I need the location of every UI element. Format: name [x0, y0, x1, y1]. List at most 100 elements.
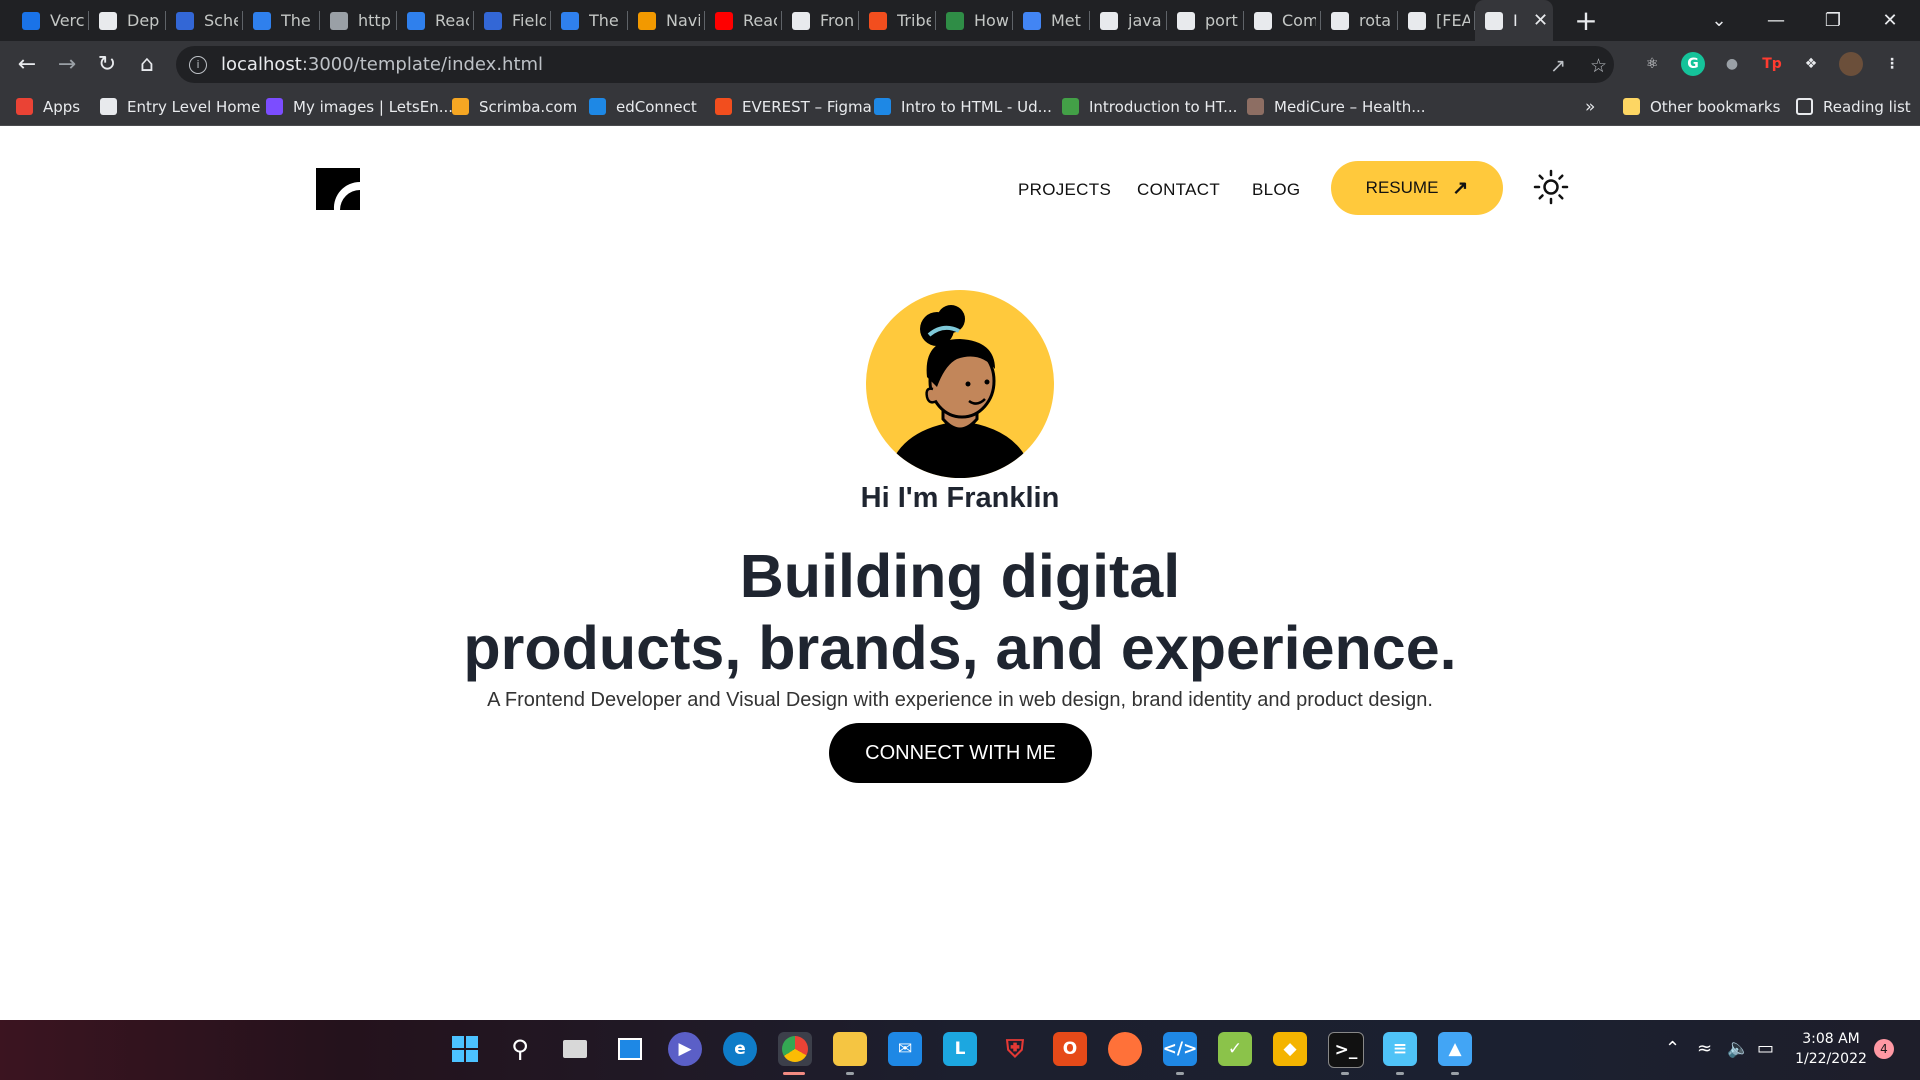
browser-tab[interactable]: I ✕: [1475, 0, 1553, 41]
start-button-icon[interactable]: [448, 1032, 482, 1066]
terminal-icon[interactable]: >_: [1328, 1032, 1364, 1068]
extension-icon[interactable]: ●: [1720, 52, 1744, 76]
bookmark-item[interactable]: Scrimba.com: [452, 88, 577, 125]
bookmark-favicon-icon: [16, 98, 33, 115]
menu-icon[interactable]: ⋮: [1880, 52, 1904, 76]
bookmark-item[interactable]: MediCure – Health...: [1247, 88, 1426, 125]
other-bookmarks[interactable]: Other bookmarks: [1623, 88, 1780, 125]
browser-tab[interactable]: Verc: [12, 0, 89, 41]
grammarly-icon[interactable]: G: [1681, 52, 1705, 76]
site-info-icon[interactable]: i: [189, 55, 207, 74]
browser-tab[interactable]: http: [320, 0, 397, 41]
profile-avatar-illustration: [866, 290, 1054, 478]
tab-close-icon[interactable]: ✕: [1533, 10, 1548, 31]
bookmark-item[interactable]: edConnect: [589, 88, 697, 125]
bookmark-item[interactable]: My images | LetsEn...: [266, 88, 453, 125]
address-bar[interactable]: i localhost:3000/template/index.html ↗ ☆: [176, 46, 1614, 83]
profile-avatar[interactable]: [1839, 52, 1863, 76]
new-tab-button[interactable]: +: [1571, 4, 1601, 37]
window-close-button[interactable]: ✕: [1862, 0, 1918, 41]
bookmarks-overflow-button[interactable]: »: [1585, 88, 1595, 125]
bookmark-favicon-icon: [715, 98, 732, 115]
widgets-icon[interactable]: [613, 1032, 647, 1066]
bookmark-item[interactable]: Introduction to HT...: [1062, 88, 1237, 125]
browser-tab[interactable]: Navi: [628, 0, 705, 41]
browser-tab[interactable]: Reac: [705, 0, 782, 41]
chrome-icon[interactable]: [778, 1032, 812, 1066]
hero-headline: Building digital products, brands, and e…: [0, 540, 1920, 684]
browser-tab[interactable]: Fron: [782, 0, 859, 41]
firefox-icon[interactable]: [1108, 1032, 1142, 1066]
browser-toolbar: ← → ↻ ⌂ i localhost:3000/template/index.…: [0, 41, 1920, 88]
theme-toggle-sun-icon[interactable]: [1533, 169, 1569, 205]
wifi-icon[interactable]: ≈: [1697, 1038, 1712, 1059]
photos-running-indicator: [1451, 1072, 1459, 1075]
git-kraken-icon[interactable]: ◆: [1273, 1032, 1307, 1066]
react-devtools-icon[interactable]: ⚛: [1640, 52, 1664, 76]
volume-icon[interactable]: 🔈: [1727, 1038, 1749, 1059]
share-icon[interactable]: ↗: [1550, 55, 1566, 77]
tab-label: rota: [1359, 11, 1392, 30]
bookmark-item[interactable]: Entry Level Home: [100, 88, 260, 125]
browser-tab[interactable]: Reac: [397, 0, 474, 41]
browser-tab[interactable]: The: [551, 0, 628, 41]
reading-list[interactable]: Reading list: [1796, 88, 1911, 125]
task-view-icon[interactable]: [558, 1032, 592, 1066]
tray-overflow-icon[interactable]: ⌃: [1665, 1038, 1680, 1059]
browser-tab[interactable]: port: [1167, 0, 1244, 41]
browser-tab[interactable]: Met: [1013, 0, 1090, 41]
resume-button[interactable]: RESUME ↗: [1331, 161, 1503, 215]
browser-tab[interactable]: Dep: [89, 0, 166, 41]
browser-tab[interactable]: Com: [1244, 0, 1321, 41]
chat-icon: [1023, 11, 1041, 30]
office-icon[interactable]: O: [1053, 1032, 1087, 1066]
home-button[interactable]: ⌂: [130, 47, 164, 81]
minimize-button[interactable]: —: [1748, 0, 1804, 41]
nav-projects-link[interactable]: PROJECTS: [1018, 180, 1111, 200]
browser-tab[interactable]: rota: [1321, 0, 1398, 41]
l-app-icon[interactable]: L: [943, 1032, 977, 1066]
tab-search-icon[interactable]: ⌄: [1691, 0, 1747, 41]
mcafee-icon[interactable]: ⛨: [998, 1032, 1032, 1066]
browser-tab[interactable]: Tribe: [859, 0, 936, 41]
bookmark-item[interactable]: EVEREST – Figma: [715, 88, 872, 125]
file-explorer-icon[interactable]: [833, 1032, 867, 1066]
teams-chat-icon[interactable]: ▶: [668, 1032, 702, 1066]
bookmark-label: edConnect: [616, 97, 697, 116]
bookmark-favicon-icon: [100, 98, 117, 115]
site-logo[interactable]: [316, 168, 360, 210]
notification-badge[interactable]: 4: [1874, 1039, 1894, 1059]
bookmark-star-icon[interactable]: ☆: [1590, 55, 1607, 77]
vscode-icon[interactable]: </>: [1163, 1032, 1197, 1066]
edge-icon[interactable]: e: [723, 1032, 757, 1066]
bookmark-item[interactable]: Intro to HTML - Ud...: [874, 88, 1052, 125]
battery-icon[interactable]: ▭: [1757, 1038, 1774, 1059]
tp-extension-icon[interactable]: Tp: [1760, 52, 1784, 76]
reload-button[interactable]: ↻: [90, 47, 124, 81]
restore-button[interactable]: ❐: [1805, 0, 1861, 41]
github-icon: [99, 11, 117, 30]
bookmark-item[interactable]: Apps: [16, 88, 80, 125]
browser-tab[interactable]: How: [936, 0, 1013, 41]
notes-app-icon[interactable]: ✓: [1218, 1032, 1252, 1066]
search-icon[interactable]: ⚲: [503, 1032, 537, 1066]
browser-tab[interactable]: [FEA: [1398, 0, 1475, 41]
system-clock[interactable]: 3:08 AM 1/22/2022: [1794, 1029, 1868, 1069]
notepad-icon[interactable]: ≡: [1383, 1032, 1417, 1066]
tab-label: Reac: [435, 11, 469, 30]
browser-tab[interactable]: Field: [474, 0, 551, 41]
grid-icon: [484, 11, 502, 30]
browser-tab[interactable]: javas: [1090, 0, 1167, 41]
back-button[interactable]: ←: [10, 47, 44, 81]
nav-blog-link[interactable]: BLOG: [1252, 180, 1300, 200]
bookmark-label: Introduction to HT...: [1089, 97, 1238, 116]
browser-tab[interactable]: The: [243, 0, 320, 41]
forward-button[interactable]: →: [50, 47, 84, 81]
mail-icon[interactable]: ✉: [888, 1032, 922, 1066]
browser-tab[interactable]: Sche: [166, 0, 243, 41]
nav-contact-link[interactable]: CONTACT: [1137, 180, 1220, 200]
connect-with-me-button[interactable]: CONNECT WITH ME: [829, 723, 1092, 783]
extensions-puzzle-icon[interactable]: ❖: [1799, 52, 1823, 76]
terminal-running-indicator: [1341, 1072, 1349, 1075]
photos-icon[interactable]: ▲: [1438, 1032, 1472, 1066]
